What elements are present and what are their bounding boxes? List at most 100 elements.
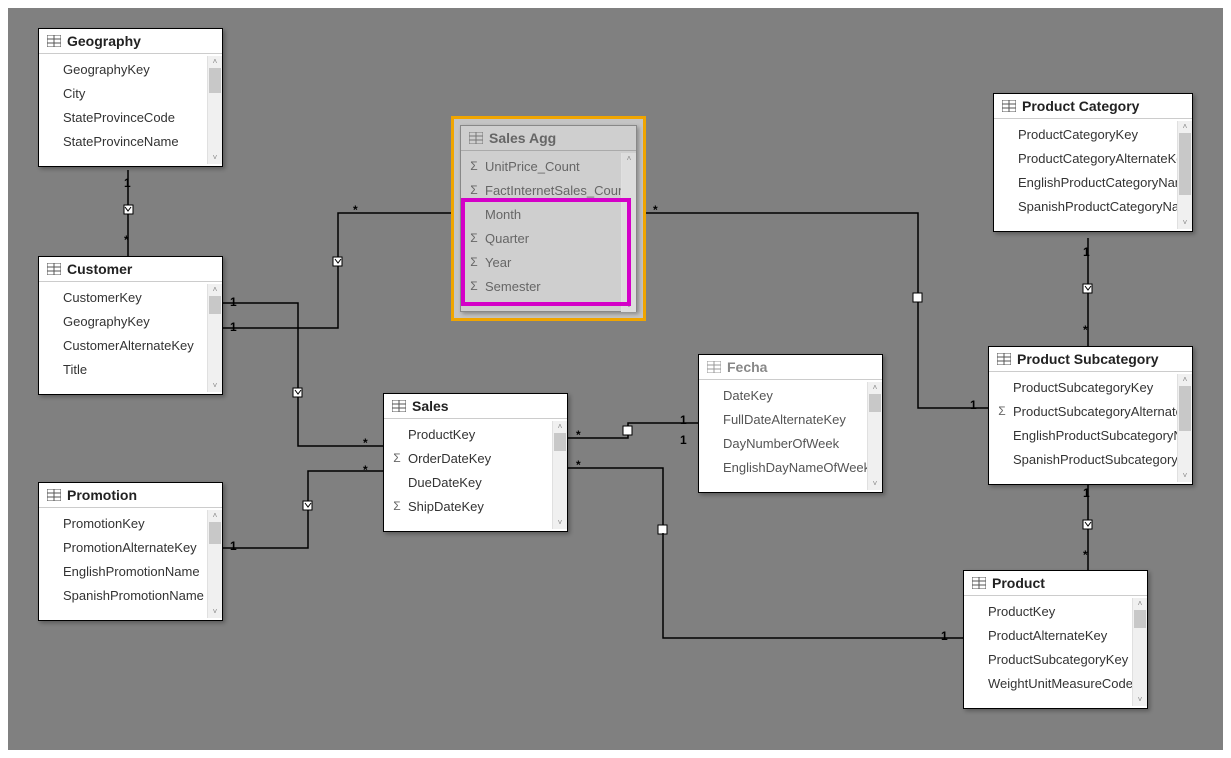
table-header[interactable]: Product: [964, 571, 1147, 596]
field-row[interactable]: Month: [461, 202, 636, 226]
scroll-up-icon[interactable]: ˄: [1178, 121, 1192, 133]
field-row[interactable]: DueDateKey: [384, 470, 567, 494]
scroll-down-icon[interactable]: ˅: [208, 152, 222, 164]
table-header[interactable]: Sales Agg: [461, 126, 636, 151]
scroll-thumb[interactable]: [554, 433, 566, 451]
table-customer[interactable]: Customer CustomerKey GeographyKey Custom…: [38, 256, 223, 395]
scroll-up-icon[interactable]: ˄: [208, 56, 222, 68]
field-row[interactable]: EnglishProductCategoryName: [994, 170, 1192, 194]
scroll-down-icon[interactable]: ˅: [1133, 694, 1147, 706]
field-row[interactable]: ProductAlternateKey: [964, 623, 1147, 647]
field-row[interactable]: ProductSubcategoryKey: [964, 647, 1147, 671]
scroll-up-icon[interactable]: ˄: [1133, 598, 1147, 610]
scroll-down-icon[interactable]: ˅: [553, 517, 567, 529]
scroll-thumb[interactable]: [1179, 133, 1191, 195]
scrollbar[interactable]: ˄ ˅: [207, 56, 222, 164]
field-row[interactable]: DateKey: [699, 383, 882, 407]
table-promotion[interactable]: Promotion PromotionKey PromotionAlternat…: [38, 482, 223, 621]
cardinality-star: *: [363, 436, 368, 450]
field-row[interactable]: EnglishPromotionName: [39, 559, 222, 583]
cardinality-1: 1: [230, 320, 237, 334]
table-product-category[interactable]: Product Category ProductCategoryKey Prod…: [993, 93, 1193, 232]
scrollbar[interactable]: ˄ ˅: [1177, 121, 1192, 229]
field-row[interactable]: SpanishProductSubcategoryName: [989, 447, 1192, 471]
field-row[interactable]: CustomerAlternateKey: [39, 333, 222, 357]
field-row[interactable]: ProductCategoryKey: [994, 122, 1192, 146]
field-row[interactable]: PromotionAlternateKey: [39, 535, 222, 559]
table-header[interactable]: Product Category: [994, 94, 1192, 119]
field-row[interactable]: PromotionKey: [39, 511, 222, 535]
field-row[interactable]: ΣYear: [461, 250, 636, 274]
scrollbar[interactable]: ˄ ˅: [621, 153, 636, 312]
scroll-down-icon[interactable]: ˅: [208, 606, 222, 618]
field-row[interactable]: Title: [39, 357, 222, 381]
scroll-thumb[interactable]: [209, 68, 221, 93]
field-row[interactable]: ΣFactInternetSales_Count: [461, 178, 636, 202]
field-row[interactable]: ProductSubcategoryKey: [989, 375, 1192, 399]
field-row[interactable]: City: [39, 81, 222, 105]
scrollbar[interactable]: ˄ ˅: [207, 284, 222, 392]
field-row[interactable]: SpanishPromotionName: [39, 583, 222, 607]
field-row[interactable]: GeographyKey: [39, 57, 222, 81]
scrollbar[interactable]: ˄ ˅: [1177, 374, 1192, 482]
scroll-thumb[interactable]: [209, 296, 221, 314]
sigma-icon: Σ: [467, 255, 481, 269]
table-product-subcategory[interactable]: Product Subcategory ProductSubcategoryKe…: [988, 346, 1193, 485]
scroll-thumb[interactable]: [1179, 386, 1191, 431]
field-row[interactable]: EnglishDayNameOfWeek: [699, 455, 882, 479]
field-row[interactable]: DayNumberOfWeek: [699, 431, 882, 455]
field-row[interactable]: ΣProductSubcategoryAlternateKey: [989, 399, 1192, 423]
scrollbar[interactable]: ˄ ˅: [867, 382, 882, 490]
field-row[interactable]: StateProvinceCode: [39, 105, 222, 129]
table-title: Sales: [412, 398, 449, 414]
field-row[interactable]: ΣUnitPrice_Count: [461, 154, 636, 178]
field-row[interactable]: FullDateAlternateKey: [699, 407, 882, 431]
field-row[interactable]: ProductCategoryAlternateKey: [994, 146, 1192, 170]
field-row[interactable]: ΣOrderDateKey: [384, 446, 567, 470]
table-sales[interactable]: Sales ProductKey ΣOrderDateKey DueDateKe…: [383, 393, 568, 532]
scroll-up-icon[interactable]: ˄: [553, 421, 567, 433]
field-row[interactable]: ΣQuarter: [461, 226, 636, 250]
table-header[interactable]: Promotion: [39, 483, 222, 508]
field-row[interactable]: ProductKey: [964, 599, 1147, 623]
scroll-thumb[interactable]: [209, 522, 221, 544]
table-header[interactable]: Geography: [39, 29, 222, 54]
scroll-up-icon[interactable]: ˄: [622, 153, 636, 165]
scroll-thumb[interactable]: [869, 394, 881, 412]
field-row[interactable]: WeightUnitMeasureCode: [964, 671, 1147, 695]
table-header[interactable]: Customer: [39, 257, 222, 282]
table-header[interactable]: Product Subcategory: [989, 347, 1192, 372]
sigma-icon: Σ: [467, 279, 481, 293]
field-row[interactable]: StateProvinceName: [39, 129, 222, 153]
scroll-down-icon[interactable]: ˅: [1178, 217, 1192, 229]
scroll-up-icon[interactable]: ˄: [868, 382, 882, 394]
table-product[interactable]: Product ProductKey ProductAlternateKey P…: [963, 570, 1148, 709]
scrollbar[interactable]: ˄ ˅: [207, 510, 222, 618]
sigma-icon: Σ: [995, 404, 1009, 418]
scroll-down-icon[interactable]: ˅: [622, 300, 636, 312]
field-row[interactable]: CustomerKey: [39, 285, 222, 309]
model-canvas[interactable]: 1 * 1 1 * * * 1 * * * 1 1 1 1 1 * 1 * Ge…: [0, 0, 1231, 758]
scroll-down-icon[interactable]: ˅: [208, 380, 222, 392]
table-fecha[interactable]: Fecha DateKey FullDateAlternateKey DayNu…: [698, 354, 883, 493]
table-icon: [392, 400, 406, 412]
scrollbar[interactable]: ˄ ˅: [1132, 598, 1147, 706]
scroll-up-icon[interactable]: ˄: [208, 284, 222, 296]
scroll-down-icon[interactable]: ˅: [868, 478, 882, 490]
table-header[interactable]: Sales: [384, 394, 567, 419]
scroll-up-icon[interactable]: ˄: [208, 510, 222, 522]
table-geography[interactable]: Geography GeographyKey City StateProvinc…: [38, 28, 223, 167]
table-title: Product: [992, 575, 1045, 591]
table-sales-agg[interactable]: Sales Agg ΣUnitPrice_Count ΣFactInternet…: [460, 125, 637, 312]
field-row[interactable]: SpanishProductCategoryName: [994, 194, 1192, 218]
field-row[interactable]: EnglishProductSubcategoryName: [989, 423, 1192, 447]
scroll-thumb[interactable]: [1134, 610, 1146, 628]
field-row[interactable]: ProductKey: [384, 422, 567, 446]
table-header[interactable]: Fecha: [699, 355, 882, 380]
scroll-up-icon[interactable]: ˄: [1178, 374, 1192, 386]
field-row[interactable]: ΣShipDateKey: [384, 494, 567, 518]
scrollbar[interactable]: ˄ ˅: [552, 421, 567, 529]
field-row[interactable]: ΣSemester: [461, 274, 636, 298]
field-row[interactable]: GeographyKey: [39, 309, 222, 333]
scroll-down-icon[interactable]: ˅: [1178, 470, 1192, 482]
